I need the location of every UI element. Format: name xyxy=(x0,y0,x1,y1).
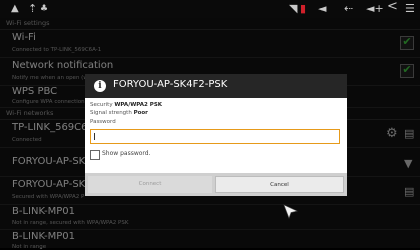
security-value: WPA/WPA2 PSK xyxy=(114,102,163,108)
wifi-icon: ◥ xyxy=(289,2,298,15)
status-bar: ▲ ⇡ ♣ ◥ ▮ ◄ ⇠ ◄+ < ☰ xyxy=(0,0,420,18)
dialog-button-bar: Connect Cancel xyxy=(85,173,347,196)
battery-icon: ▮ xyxy=(300,2,307,15)
mouse-cursor-icon xyxy=(283,204,298,219)
dialog-title-bar: i FORYOU-AP-SK4F2-PSK xyxy=(85,74,347,98)
password-label: Password xyxy=(90,119,116,125)
show-password-label[interactable]: Show password. xyxy=(102,150,151,157)
volume-down-icon[interactable]: ◄ xyxy=(318,3,326,15)
wifi-password-dialog: i FORYOU-AP-SK4F2-PSK Security WPA/WPA2 … xyxy=(85,74,347,196)
cancel-button[interactable]: Cancel xyxy=(215,176,344,193)
signal-line: Signal strength Poor xyxy=(90,110,148,116)
dialog-title: FORYOU-AP-SK4F2-PSK xyxy=(113,79,228,90)
back-icon[interactable]: ⇠ xyxy=(344,3,353,15)
menu-icon[interactable]: ☰ xyxy=(405,3,415,15)
volume-up-icon[interactable]: ◄+ xyxy=(366,3,384,15)
usb-icon: ♣ xyxy=(40,4,49,14)
text-caret xyxy=(94,133,95,140)
password-input[interactable] xyxy=(90,129,340,144)
security-label: Security xyxy=(90,102,113,108)
up-arrows-icon: ⇡ xyxy=(28,2,38,15)
signal-value: Poor xyxy=(133,110,148,116)
connect-button[interactable]: Connect xyxy=(88,176,212,193)
show-password-checkbox[interactable] xyxy=(90,150,100,160)
security-line: Security WPA/WPA2 PSK xyxy=(90,102,162,108)
signal-label: Signal strength xyxy=(90,110,132,116)
info-icon: i xyxy=(94,80,106,92)
home-icon[interactable]: ▲ xyxy=(11,3,19,15)
share-icon[interactable]: < xyxy=(387,0,398,13)
